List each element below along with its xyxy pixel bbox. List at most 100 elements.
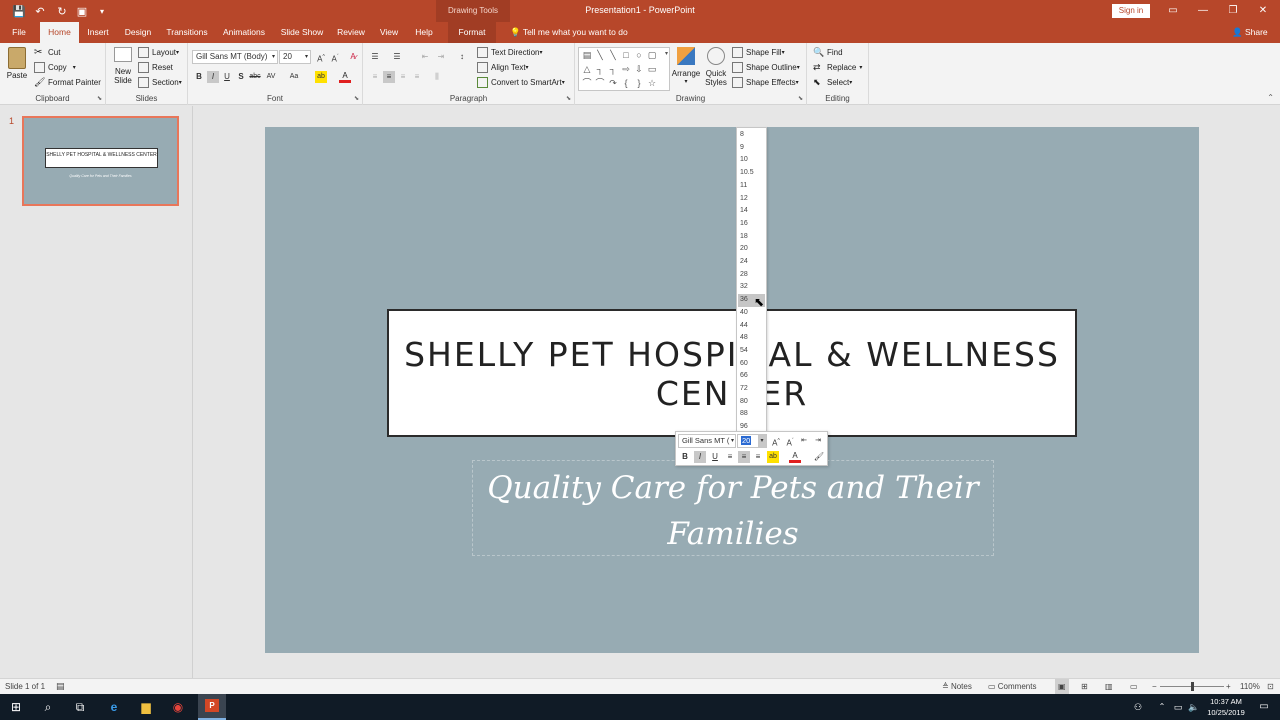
clock[interactable]: 10:37 AM 10/25/2019 — [1203, 696, 1249, 718]
save-icon[interactable]: 💾 — [11, 3, 27, 19]
arrange-button[interactable]: Arrange ▾ — [672, 47, 700, 85]
center-icon[interactable]: ≡ — [383, 71, 395, 83]
notifications-icon[interactable]: ▭ — [1254, 697, 1274, 717]
mini-decrease-font-icon[interactable]: Aˇ — [784, 435, 796, 448]
collapse-ribbon-icon[interactable]: ⌃ — [1267, 93, 1274, 102]
font-size-option[interactable]: 8 — [738, 129, 765, 142]
font-size-combo[interactable]: 20 ▾ — [279, 50, 311, 64]
flowchart-shape-icon[interactable]: ▭ — [647, 64, 657, 74]
tab-format[interactable]: Format — [448, 22, 496, 43]
font-size-option[interactable]: 88 — [738, 408, 765, 421]
bold-icon[interactable]: B — [193, 71, 205, 83]
tab-help[interactable]: Help — [411, 22, 437, 43]
new-slide-button[interactable]: New Slide — [112, 47, 134, 85]
sign-in-button[interactable]: Sign in — [1112, 4, 1150, 18]
mini-font-color-icon[interactable]: A — [789, 451, 801, 463]
undo-icon[interactable]: ↶ — [32, 3, 48, 19]
slide-sorter-icon[interactable]: ⊞ — [1081, 679, 1088, 694]
change-case-icon[interactable]: Aa — [288, 71, 300, 83]
convert-smartart-button[interactable]: Convert to SmartArt ▾ — [477, 77, 565, 88]
tab-transitions[interactable]: Transitions — [164, 22, 210, 43]
ribbon-display-options-icon[interactable]: ▭ — [1158, 0, 1188, 22]
font-size-option[interactable]: 60 — [738, 358, 765, 371]
mini-decrease-indent-icon[interactable]: ⇤ — [798, 435, 810, 447]
shape-fill-button[interactable]: Shape Fill ▾ — [732, 47, 785, 58]
close-button[interactable]: ✕ — [1248, 0, 1278, 22]
rounded-rect-shape-icon[interactable]: ▢ — [647, 50, 657, 60]
mini-bold-icon[interactable]: B — [679, 451, 691, 463]
shape-effects-button[interactable]: Shape Effects ▾ — [732, 77, 799, 88]
customize-qat-icon[interactable]: ▾ — [94, 3, 110, 19]
search-icon[interactable]: ⌕ — [38, 697, 58, 717]
numbering-icon[interactable]: ☰ — [391, 51, 403, 63]
share-button[interactable]: 👤 Share — [1232, 22, 1268, 43]
decrease-font-size-icon[interactable]: Aˇ — [329, 51, 341, 64]
tab-animations[interactable]: Animations — [220, 22, 268, 43]
maximize-button[interactable]: ❐ — [1218, 0, 1248, 22]
justify-icon[interactable]: ≡ — [411, 71, 423, 83]
font-size-option[interactable]: 24 — [738, 256, 765, 269]
reading-view-icon[interactable]: ▥ — [1105, 679, 1113, 694]
increase-indent-icon[interactable]: ⇥ — [435, 51, 447, 63]
font-size-option[interactable]: 14 — [738, 205, 765, 218]
bracket-shape-icon[interactable]: } — [634, 78, 644, 88]
right-arrow-shape-icon[interactable]: ⇨ — [621, 64, 631, 74]
tab-slide-show[interactable]: Slide Show — [279, 22, 325, 43]
font-size-option[interactable]: 10.5 — [738, 167, 765, 180]
mini-format-painter-icon[interactable]: 🖌 — [813, 451, 825, 463]
tab-review[interactable]: Review — [334, 22, 368, 43]
font-size-option[interactable]: 72 — [738, 383, 765, 396]
tab-design[interactable]: Design — [121, 22, 155, 43]
font-size-option[interactable]: 44 — [738, 320, 765, 333]
chrome-icon[interactable]: ◉ — [168, 697, 188, 717]
mini-font-size-combo[interactable]: 20 ▾ — [737, 434, 767, 448]
fit-to-window-icon[interactable]: ⊡ — [1267, 679, 1274, 694]
line-shape-icon[interactable]: ╲ — [595, 50, 605, 60]
mini-increase-indent-icon[interactable]: ⇥ — [812, 435, 824, 447]
font-size-option[interactable]: 80 — [738, 396, 765, 409]
italic-icon[interactable]: I — [207, 71, 219, 83]
triangle-shape-icon[interactable]: △ — [582, 64, 592, 74]
normal-view-icon[interactable]: ▣ — [1055, 679, 1069, 694]
mini-center-icon[interactable]: ≡ — [738, 451, 750, 463]
font-size-option[interactable]: 48 — [738, 332, 765, 345]
elbow-shape-icon[interactable]: ┐ — [595, 64, 605, 74]
tab-home[interactable]: Home — [40, 22, 79, 43]
mini-align-left-icon[interactable]: ≡ — [724, 451, 736, 463]
font-size-dropdown-list[interactable]: 8 9 10 10.5 11 12 14 16 18 20 24 28 32 36 40 44 48 54 60 66… — [736, 127, 767, 432]
arc-shape-icon[interactable]: ⌒ — [595, 78, 605, 88]
redo-icon[interactable]: ↻ — [54, 3, 70, 19]
dialog-launcher-icon[interactable]: ⬊ — [354, 95, 359, 102]
clear-formatting-icon[interactable]: A̷ — [347, 51, 359, 63]
font-size-option[interactable]: 18 — [738, 231, 765, 244]
layout-button[interactable]: Layout ▾ — [138, 47, 179, 58]
windows-start-icon[interactable]: ⊞ — [6, 697, 26, 717]
font-size-option[interactable]: 9 — [738, 142, 765, 155]
select-button[interactable]: ⬉ Select ▾ — [813, 77, 852, 88]
elbow-arrow-shape-icon[interactable]: ┐ — [608, 64, 618, 74]
highlight-icon[interactable]: ab — [315, 71, 327, 83]
edge-browser-icon[interactable]: e — [104, 697, 124, 717]
cut-button[interactable]: ✂ Cut — [34, 47, 60, 58]
tab-insert[interactable]: Insert — [84, 22, 112, 43]
shape-outline-button[interactable]: Shape Outline ▾ — [732, 62, 800, 73]
spell-check-icon[interactable]: ▤ — [56, 679, 65, 694]
font-size-option[interactable]: 11 — [738, 180, 765, 193]
font-size-option[interactable]: 12 — [738, 193, 765, 206]
zoom-level[interactable]: 110% — [1240, 679, 1260, 694]
columns-icon[interactable]: ⫼ — [431, 71, 443, 83]
font-size-option[interactable]: 54 — [738, 345, 765, 358]
align-right-icon[interactable]: ≡ — [397, 71, 409, 83]
font-color-icon[interactable]: A — [339, 71, 351, 83]
mini-highlight-icon[interactable]: ab — [767, 451, 779, 463]
rectangle-shape-icon[interactable]: □ — [621, 50, 631, 60]
text-direction-button[interactable]: Text Direction ▾ — [477, 47, 542, 58]
notes-button[interactable]: ≜ Notes — [942, 679, 972, 694]
quick-styles-button[interactable]: Quick Styles — [703, 47, 729, 87]
comments-button[interactable]: ▭ Comments — [988, 679, 1036, 694]
down-arrow-shape-icon[interactable]: ⇩ — [634, 64, 644, 74]
star-shape-icon[interactable]: ☆ — [647, 78, 657, 88]
mini-align-right-icon[interactable]: ≡ — [752, 451, 764, 463]
oval-shape-icon[interactable]: ○ — [634, 50, 644, 60]
mini-underline-icon[interactable]: U — [709, 451, 721, 463]
